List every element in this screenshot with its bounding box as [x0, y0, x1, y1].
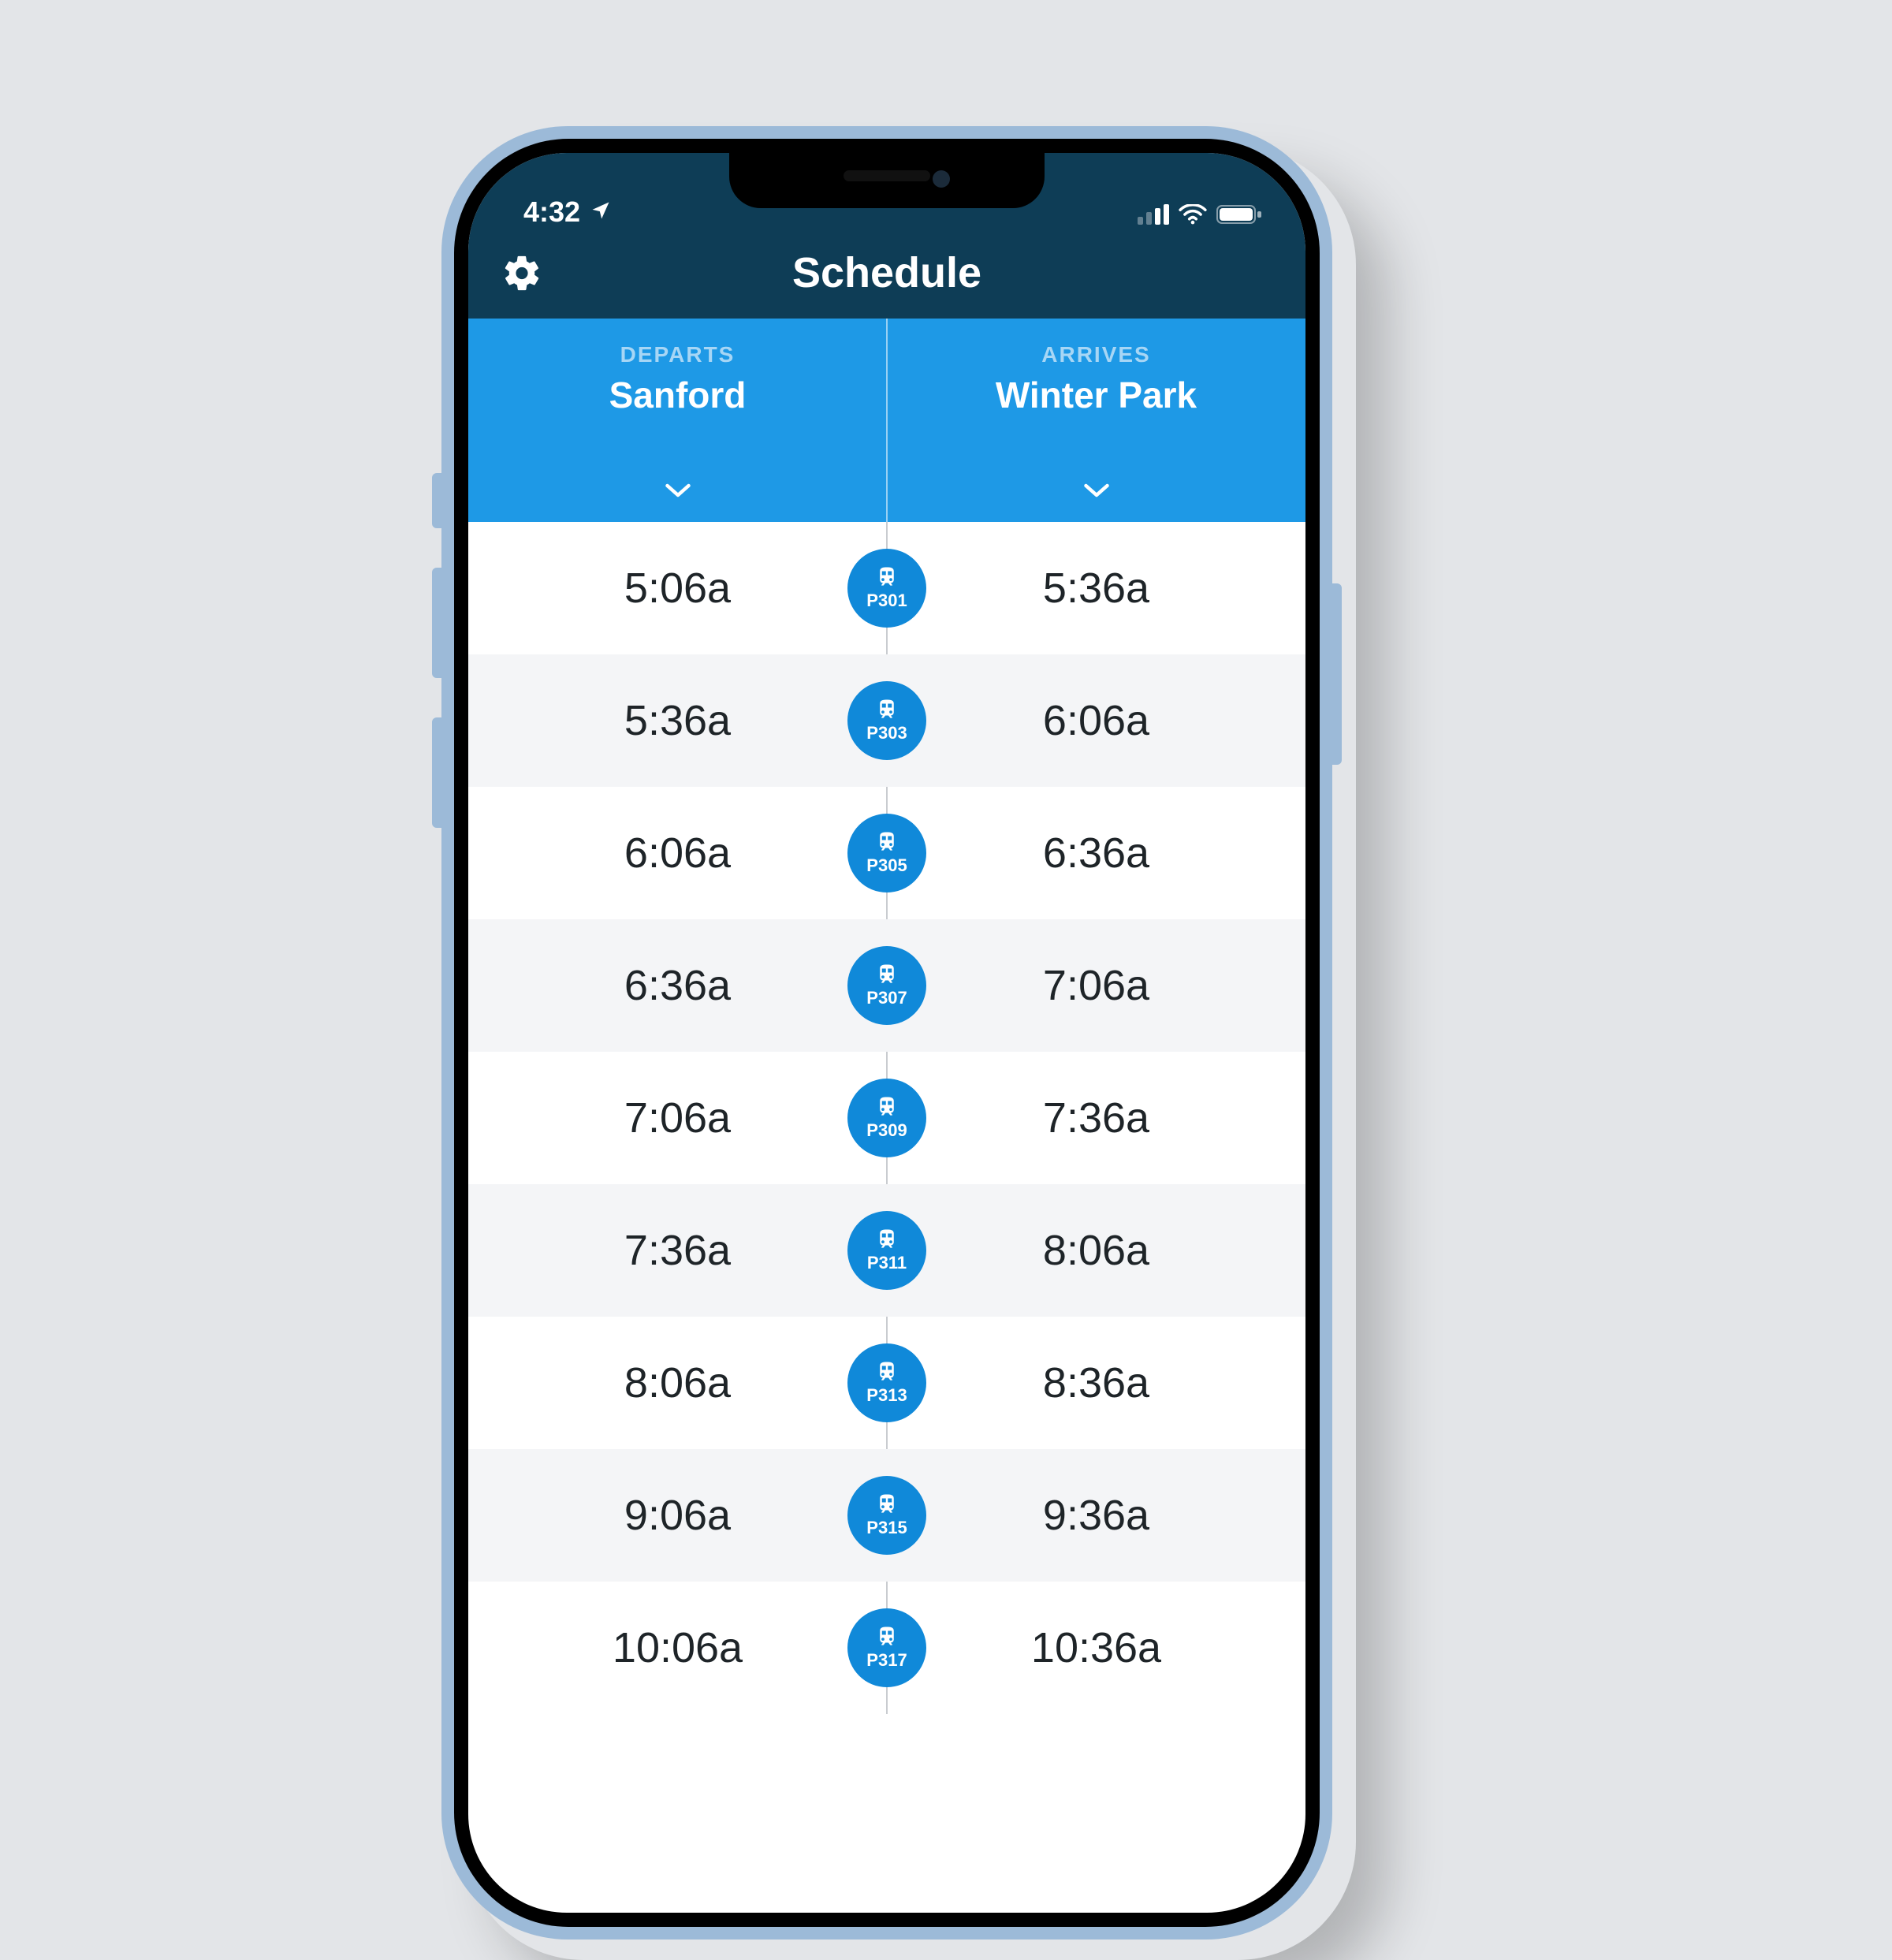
- arrives-selector[interactable]: ARRIVES Winter Park: [887, 319, 1305, 522]
- depart-time: 7:36a: [468, 1226, 887, 1275]
- navigation-bar: Schedule: [468, 232, 1305, 319]
- schedule-row[interactable]: 10:06a10:36aP317: [468, 1582, 1305, 1714]
- depart-time: 10:06a: [468, 1623, 887, 1672]
- train-badge[interactable]: P315: [847, 1476, 926, 1555]
- arrive-time: 6:36a: [887, 829, 1305, 878]
- train-code: P301: [866, 591, 907, 611]
- depart-time: 9:06a: [468, 1491, 887, 1540]
- app-screen: 4:32: [468, 153, 1305, 1913]
- arrives-station: Winter Park: [996, 374, 1197, 416]
- depart-time: 6:06a: [468, 829, 887, 878]
- arrive-time: 10:36a: [887, 1623, 1305, 1672]
- phone-volume-up: [432, 568, 441, 678]
- arrive-time: 5:36a: [887, 564, 1305, 613]
- wifi-icon: [1179, 204, 1207, 229]
- route-header: DEPARTS Sanford ARRIVES Winter Park: [468, 319, 1305, 522]
- train-icon: [875, 1095, 899, 1119]
- departs-selector[interactable]: DEPARTS Sanford: [468, 319, 887, 522]
- phone-volume-down: [432, 717, 441, 828]
- train-badge[interactable]: P317: [847, 1608, 926, 1687]
- depart-time: 6:36a: [468, 961, 887, 1010]
- schedule-list[interactable]: 5:06a5:36aP3015:36a6:06aP3036:06a6:36aP3…: [468, 522, 1305, 1714]
- train-icon: [875, 1625, 899, 1649]
- train-icon: [875, 830, 899, 854]
- page-title: Schedule: [792, 248, 981, 297]
- train-icon: [875, 1228, 899, 1251]
- train-badge[interactable]: P309: [847, 1079, 926, 1157]
- schedule-row[interactable]: 5:06a5:36aP301: [468, 522, 1305, 654]
- arrive-time: 8:06a: [887, 1226, 1305, 1275]
- chevron-down-icon: [664, 482, 692, 503]
- departs-label: DEPARTS: [620, 342, 736, 367]
- arrive-time: 8:36a: [887, 1358, 1305, 1407]
- train-code: P305: [866, 855, 907, 876]
- phone-mute-switch: [432, 473, 441, 528]
- gear-icon[interactable]: [501, 253, 542, 298]
- arrive-time: 7:06a: [887, 961, 1305, 1010]
- schedule-row[interactable]: 7:06a7:36aP309: [468, 1052, 1305, 1184]
- train-code: P311: [867, 1253, 907, 1273]
- cell-signal-icon: [1138, 204, 1169, 229]
- arrive-time: 9:36a: [887, 1491, 1305, 1540]
- depart-time: 8:06a: [468, 1358, 887, 1407]
- train-icon: [875, 1492, 899, 1516]
- train-icon: [875, 963, 899, 986]
- schedule-row[interactable]: 6:06a6:36aP305: [468, 787, 1305, 919]
- train-icon: [875, 1360, 899, 1384]
- arrive-time: 6:06a: [887, 696, 1305, 745]
- arrives-label: ARRIVES: [1041, 342, 1150, 367]
- chevron-down-icon: [1082, 482, 1111, 503]
- train-code: P309: [866, 1120, 907, 1141]
- location-arrow-icon: [590, 196, 612, 229]
- phone-notch: [729, 153, 1045, 208]
- train-icon: [875, 565, 899, 589]
- train-badge[interactable]: P313: [847, 1343, 926, 1422]
- train-code: P307: [866, 988, 907, 1008]
- train-badge[interactable]: P303: [847, 681, 926, 760]
- depart-time: 7:06a: [468, 1094, 887, 1142]
- depart-time: 5:06a: [468, 564, 887, 613]
- train-code: P313: [866, 1385, 907, 1406]
- depart-time: 5:36a: [468, 696, 887, 745]
- train-badge[interactable]: P305: [847, 814, 926, 892]
- departs-station: Sanford: [609, 374, 747, 416]
- train-badge[interactable]: P311: [847, 1211, 926, 1290]
- schedule-row[interactable]: 7:36a8:06aP311: [468, 1184, 1305, 1317]
- train-code: P317: [866, 1650, 907, 1671]
- arrive-time: 7:36a: [887, 1094, 1305, 1142]
- train-badge[interactable]: P301: [847, 549, 926, 628]
- phone-power-button: [1332, 583, 1342, 765]
- train-icon: [875, 698, 899, 721]
- train-code: P315: [866, 1518, 907, 1538]
- schedule-row[interactable]: 5:36a6:06aP303: [468, 654, 1305, 787]
- train-code: P303: [866, 723, 907, 743]
- phone-frame: 4:32: [441, 126, 1332, 1940]
- battery-icon: [1216, 204, 1262, 229]
- schedule-row[interactable]: 8:06a8:36aP313: [468, 1317, 1305, 1449]
- schedule-row[interactable]: 9:06a9:36aP315: [468, 1449, 1305, 1582]
- schedule-row[interactable]: 6:36a7:06aP307: [468, 919, 1305, 1052]
- train-badge[interactable]: P307: [847, 946, 926, 1025]
- status-time: 4:32: [523, 196, 580, 229]
